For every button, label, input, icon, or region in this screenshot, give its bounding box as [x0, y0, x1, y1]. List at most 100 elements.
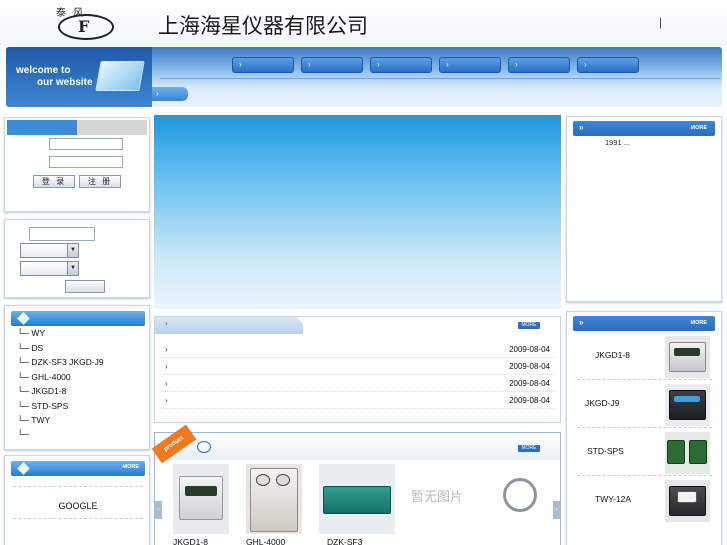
nav-band: welcome to our website › › › › › › › — [6, 47, 722, 107]
right-products-more[interactable]: MORE — [691, 320, 708, 326]
device-board — [689, 440, 707, 464]
right-product-image[interactable] — [665, 336, 710, 378]
device-body — [669, 390, 706, 420]
product-label[interactable]: GHL-4000 — [246, 537, 285, 545]
about-more[interactable]: MORE — [691, 125, 708, 131]
welcome-line1: welcome to — [16, 65, 71, 76]
category-item[interactable]: └─ DZK-SF3 JKGD-J9 — [17, 357, 104, 367]
news-date: 2009-08-04 — [509, 396, 550, 405]
product-image-dzk-sf3[interactable] — [319, 464, 395, 534]
right-product-row[interactable]: JKGD1-8 — [577, 334, 712, 380]
device-display — [674, 396, 700, 402]
welcome-line2: our website — [37, 77, 93, 88]
products-title-bar: product MORE — [151, 424, 560, 464]
nav-button-1[interactable]: › — [232, 57, 294, 73]
device-body — [669, 342, 706, 372]
chevron-down-icon: ▼ — [67, 244, 78, 257]
nav-button-3[interactable]: › — [370, 57, 432, 73]
nav-button-5[interactable]: › — [508, 57, 570, 73]
category-select[interactable]: ▼ — [20, 243, 79, 258]
links-more[interactable]: MORE — [123, 464, 140, 470]
news-bullet: › — [165, 345, 168, 354]
scroll-right-button[interactable]: › — [553, 501, 560, 519]
right-product-image[interactable] — [665, 432, 710, 474]
right-products-panel: » MORE JKGD1-8 JKGD-J9 STD-SPS TWY-12A — [566, 311, 722, 545]
product-label[interactable]: DZK-SF3 — [327, 537, 362, 545]
password-input[interactable] — [49, 156, 123, 168]
diamond-icon — [17, 462, 30, 475]
company-name: 上海海星仪器有限公司 — [158, 14, 368, 38]
right-product-row[interactable]: JKGD-J9 — [577, 382, 712, 428]
search-panel: ▼ ▼ — [4, 219, 150, 298]
search-button[interactable] — [65, 280, 105, 293]
device-gauge — [276, 474, 290, 486]
product-image-jkgd1-8[interactable] — [173, 464, 229, 534]
news-bullet: › — [165, 379, 168, 388]
nav-button-6[interactable]: › — [577, 57, 639, 73]
right-product-row[interactable]: STD-SPS — [577, 430, 712, 476]
divider — [13, 518, 143, 519]
news-date: 2009-08-04 — [509, 345, 550, 354]
logo-emblem: F — [58, 14, 114, 40]
news-row[interactable]: › 2009-08-04 — [161, 342, 554, 358]
news-more-button[interactable]: MORE — [518, 322, 540, 329]
news-row[interactable]: › 2009-08-04 — [161, 376, 554, 392]
news-tab-arrow: › — [165, 319, 168, 328]
news-row[interactable]: › 2009-08-04 — [161, 393, 554, 409]
products-more-button[interactable]: MORE — [518, 445, 540, 452]
laptop-icon — [95, 61, 145, 91]
login-button[interactable]: 登 录 — [33, 175, 75, 188]
no-image-text: 暂无图片 — [411, 490, 464, 505]
site-header: 泰 风 F 上海海星仪器有限公司 | — [0, 0, 727, 46]
right-products-title-bar: » MORE — [573, 316, 715, 331]
device-body — [179, 476, 223, 520]
links-panel: MORE GOOGLE — [4, 455, 150, 545]
device-display — [674, 348, 700, 356]
category-item[interactable]: └─ DS — [17, 343, 43, 353]
product-label[interactable]: JKGD1-8 — [173, 537, 208, 545]
news-row[interactable]: › 2009-08-04 — [161, 359, 554, 375]
login-panel: 登 录 注 册 — [4, 117, 150, 212]
nav-button-2[interactable]: › — [301, 57, 363, 73]
category-item[interactable]: └─ WY — [17, 328, 45, 338]
right-product-row[interactable]: TWY-12A — [577, 478, 712, 524]
username-input[interactable] — [49, 138, 123, 150]
about-title-bar: » MORE — [573, 121, 715, 136]
news-tab[interactable]: › — [155, 317, 303, 334]
device-gauge — [256, 474, 270, 486]
login-header-tab — [7, 120, 77, 135]
news-date: 2009-08-04 — [509, 362, 550, 371]
news-bullet: › — [165, 396, 168, 405]
category-item[interactable]: └─ GHL-4000 — [17, 372, 71, 382]
category-item[interactable]: └─ — [17, 429, 29, 439]
right-product-label: JKGD1-8 — [595, 350, 630, 360]
category-item[interactable]: └─ JKGD1-8 — [17, 386, 66, 396]
logo-emblem-letter: F — [78, 17, 90, 36]
diamond-icon — [17, 312, 30, 325]
device-ring — [503, 478, 537, 512]
search-input[interactable] — [29, 227, 95, 241]
scroll-left-button[interactable]: ‹ — [155, 501, 162, 519]
product-image-ghl-4000[interactable] — [246, 464, 302, 534]
register-button[interactable]: 注 册 — [79, 175, 121, 188]
chevron-down-icon: ▼ — [67, 262, 78, 275]
about-panel: » MORE 1991 ... — [566, 116, 722, 302]
category-item[interactable]: └─ STD-SPS — [17, 401, 68, 411]
header-divider: | — [659, 17, 662, 29]
device-board — [667, 440, 685, 464]
divider — [13, 486, 143, 487]
product-image-clamp[interactable] — [495, 464, 547, 534]
product-image-placeholder[interactable]: 暂无图片 — [405, 464, 475, 534]
link-google[interactable]: GOOGLE — [5, 501, 151, 511]
right-product-label: JKGD-J9 — [585, 398, 620, 408]
type-select[interactable]: ▼ — [20, 261, 79, 276]
category-title-bar — [11, 311, 145, 326]
news-bullet: › — [165, 362, 168, 371]
nav-button-4[interactable]: › — [439, 57, 501, 73]
right-product-image[interactable] — [665, 384, 710, 426]
right-product-image[interactable] — [665, 480, 710, 522]
category-item[interactable]: └─ TWY — [17, 415, 50, 425]
sub-nav-button[interactable]: › — [152, 87, 188, 101]
device-display — [185, 486, 217, 496]
company-logo[interactable]: 泰 风 F — [50, 4, 120, 42]
